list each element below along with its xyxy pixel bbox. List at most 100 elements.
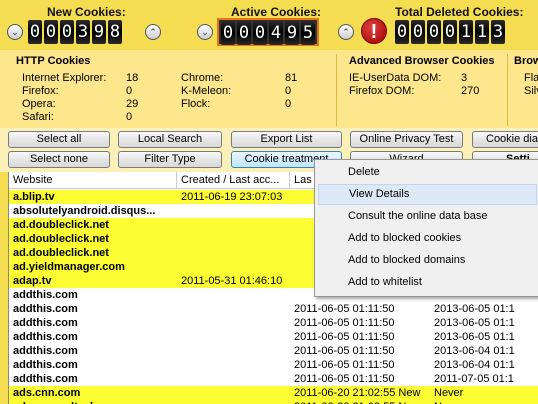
menu-item-view-details[interactable]: View Details — [318, 184, 537, 205]
context-menu: Delete View Details Consult the online dat… — [314, 159, 538, 297]
table-cell-last: 2011-06-05 01:11:50 — [294, 331, 395, 343]
counter-digit: 8 — [108, 20, 122, 44]
stat-label: Chrome: — [181, 72, 224, 84]
counter-digit: 1 — [475, 20, 489, 44]
menu-item-add-to-blocked-cookies[interactable]: Add to blocked cookies — [318, 228, 537, 249]
menu-item-add-to-blocked-domains[interactable]: Add to blocked domains — [318, 250, 537, 271]
counter-digit: 0 — [44, 20, 58, 44]
table-cell-website: adap.tv — [13, 275, 52, 287]
menu-item-add-to-whitelist[interactable]: Add to whitelist — [318, 272, 537, 293]
counter-digit: 0 — [427, 20, 441, 44]
table-cell-expires: 2013-06-05 01:1 — [434, 331, 515, 343]
table-row[interactable]: addthis.com 2011-06-05 01:11:50 2013-06-04… — [9, 358, 538, 372]
stat-value: 0 — [285, 85, 292, 97]
counter-digit: 0 — [253, 21, 267, 45]
table-cell-expires: 2013-06-05 01:1 — [434, 303, 515, 315]
cookie-diag-button[interactable]: Cookie diag — [472, 131, 538, 148]
browser-panel-title: Brow — [514, 55, 538, 67]
http-cookies-title: HTTP Cookies — [16, 55, 91, 67]
table-row[interactable]: addthis.com 2011-06-05 01:11:50 2013-06-05… — [9, 330, 538, 344]
table-cell-expires: Never — [430, 400, 538, 404]
table-cell-expires: 2013-06-04 01:1 — [434, 345, 515, 357]
active-cookies-down-button[interactable]: ⌄ — [197, 24, 213, 40]
stat-value: 0 — [126, 85, 133, 97]
counter-digit: 0 — [60, 20, 74, 44]
table-cell-website: ad.doubleclick.net — [13, 247, 109, 259]
table-row[interactable]: addthis.com 2011-06-05 01:11:50 2013-06-05… — [9, 302, 538, 316]
table-row[interactable]: addthis.com 2011-06-05 01:11:50 2013-06-04… — [9, 344, 538, 358]
table-row[interactable]: ads.cnn.com 2011-06-20 21:02:55 New Never — [9, 386, 538, 400]
advanced-cookies-title: Advanced Browser Cookies — [349, 55, 495, 67]
table-cell-created: 2011-06-19 23:07:03 — [181, 191, 283, 203]
counter-digit: 3 — [76, 20, 90, 44]
stat-label: IE-UserData DOM: — [349, 72, 442, 84]
table-cell-website: addthis.com — [13, 303, 78, 315]
counter-digit: 9 — [92, 20, 106, 44]
stat-value: 29 — [126, 98, 139, 110]
deleted-cookies-counter: 0000113 — [395, 20, 507, 44]
table-cell-website: addthis.com — [13, 359, 78, 371]
table-cell-website: ad.yieldmanager.com — [13, 261, 125, 273]
counter-digit: 4 — [269, 21, 283, 45]
warning-icon[interactable]: ! — [361, 18, 387, 44]
active-cookies-counter: 000495 — [217, 18, 319, 46]
table-cell-last: 2011-06-05 01:11:50 — [294, 359, 395, 371]
menu-item-delete[interactable]: Delete — [318, 162, 537, 183]
stat-label: Flock: — [181, 98, 211, 110]
counter-digit: 0 — [28, 20, 42, 44]
table-row[interactable]: addthis.com 2011-06-05 01:11:50 2011-07-05… — [9, 372, 538, 386]
divider — [507, 54, 508, 126]
counter-digit: 0 — [411, 20, 425, 44]
counter-digit: 3 — [491, 20, 505, 44]
counter-digit: 1 — [459, 20, 473, 44]
new-cookies-title: New Cookies: — [47, 5, 126, 19]
table-cell-website: addthis.com — [13, 317, 78, 329]
stats-panel: HTTP Cookies Internet Explorer: 18 Firefox… — [0, 50, 538, 128]
new-cookies-down-button[interactable]: ⌄ — [7, 24, 23, 40]
column-header-website[interactable]: Website — [9, 172, 177, 189]
stat-label: K-Meleon: — [181, 85, 232, 97]
table-cell-expires: 2011-07-05 01:1 — [434, 373, 514, 385]
table-cell-last: 2011-06-05 01:11:50 — [294, 345, 395, 357]
local-search-button[interactable]: Local Search — [118, 131, 222, 148]
deleted-cookies-title: Total Deleted Cookies: — [395, 5, 524, 19]
table-cell-website: addthis.com — [13, 373, 78, 385]
column-header-created[interactable]: Created / Last acc... — [177, 172, 290, 189]
active-cookies-title: Active Cookies: — [231, 5, 322, 19]
stat-label: Safari: — [22, 111, 54, 123]
privacy-test-button[interactable]: Online Privacy Test — [350, 131, 463, 148]
table-cell-expires: 2013-06-05 01:1 — [434, 317, 515, 329]
counter-digit: 5 — [301, 21, 315, 45]
menu-item-consult-the-online-data-base[interactable]: Consult the online data base — [318, 206, 537, 227]
stat-value: 3 — [461, 72, 468, 84]
active-cookies-up-button[interactable]: ⌃ — [338, 24, 354, 40]
counter-digit: 0 — [443, 20, 457, 44]
divider — [336, 54, 337, 126]
counters-bar: New Cookies: ⌄ 000398 ⌃ Active Cookies: … — [0, 0, 538, 50]
table-cell-expires: Never — [434, 387, 464, 399]
stat-label: Firefox DOM: — [349, 85, 415, 97]
new-cookies-up-button[interactable]: ⌃ — [145, 24, 161, 40]
table-cell-website: a.blip.tv — [13, 191, 55, 203]
stat-label: Firefox: — [22, 85, 59, 97]
table-cell-last: 2011-06-20 21:02:55 New — [290, 400, 430, 404]
stat-value: 18 — [126, 72, 139, 84]
table-row[interactable]: addthis.com 2011-06-05 01:11:50 2013-06-05… — [9, 316, 538, 330]
chevron-down-icon: ⌄ — [201, 27, 209, 37]
table-cell-website: addthis.com — [13, 331, 78, 343]
chevron-down-icon: ⌄ — [11, 27, 19, 37]
counter-digit: 0 — [237, 21, 251, 45]
table-cell-website: absolutelyandroid.disqus... — [13, 205, 156, 217]
new-cookies-counter: 000398 — [28, 20, 124, 44]
table-cell-expires: 2013-06-04 01:1 — [434, 359, 515, 371]
select-all-button[interactable]: Select all — [8, 131, 110, 148]
export-list-button[interactable]: Export List — [231, 131, 342, 148]
table-row[interactable]: adserver.adtechus.com 2011-06-20 21:02:55… — [9, 400, 538, 404]
filter-type-button[interactable]: Filter Type — [118, 151, 222, 168]
select-none-button[interactable]: Select none — [8, 151, 110, 168]
stat-label: Opera: — [22, 98, 56, 110]
stat-value: 270 — [461, 85, 480, 97]
browser-panel-row: Silv — [524, 85, 538, 97]
stat-value: 0 — [126, 111, 133, 123]
chevron-up-icon: ⌃ — [342, 27, 350, 37]
